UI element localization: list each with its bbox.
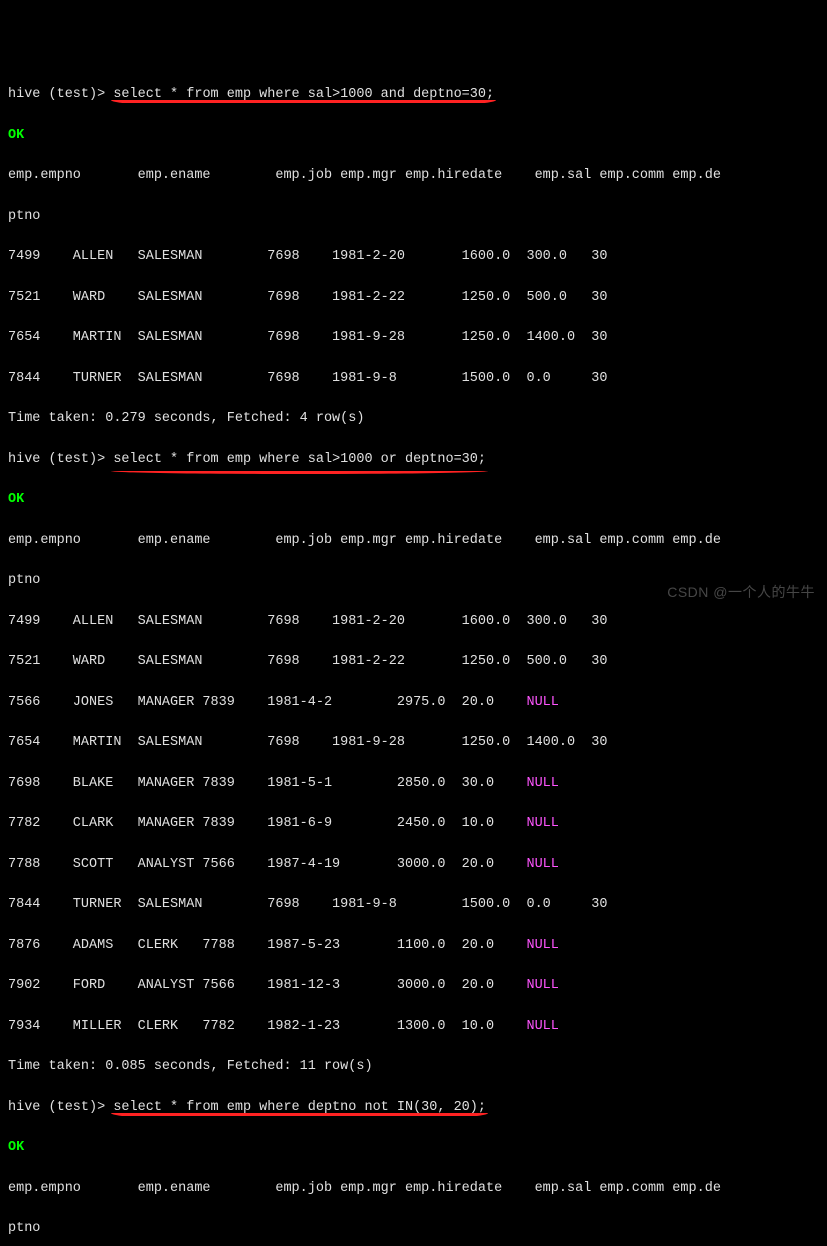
result1-row: 7499 ALLEN SALESMAN 7698 1981-2-20 1600.… — [8, 247, 819, 267]
null-value: NULL — [526, 1019, 558, 1034]
result2-row: 7934 MILLER CLERK 7782 1982-1-23 1300.0 … — [8, 1017, 819, 1037]
header-3-line2: ptno — [8, 1219, 819, 1239]
null-value: NULL — [526, 857, 558, 872]
row-text: 7788 SCOTT ANALYST 7566 1987-4-19 3000.0… — [8, 857, 526, 872]
prompt-line-2[interactable]: hive (test)> select * from emp where sal… — [8, 450, 819, 470]
header-1-line1: emp.empno emp.ename emp.job emp.mgr emp.… — [8, 166, 819, 186]
null-value: NULL — [526, 816, 558, 831]
time-taken-1: Time taken: 0.279 seconds, Fetched: 4 ro… — [8, 409, 819, 429]
result2-row: 7521 WARD SALESMAN 7698 1981-2-22 1250.0… — [8, 652, 819, 672]
prompt-line-3[interactable]: hive (test)> select * from emp where dep… — [8, 1098, 819, 1118]
query-3: select * from emp where deptno not IN(30… — [113, 1098, 486, 1118]
result1-row: 7521 WARD SALESMAN 7698 1981-2-22 1250.0… — [8, 288, 819, 308]
prompt-prefix: hive (test)> — [8, 1100, 113, 1115]
ok-2: OK — [8, 490, 819, 510]
row-text: 7782 CLARK MANAGER 7839 1981-6-9 2450.0 … — [8, 816, 526, 831]
time-taken-2: Time taken: 0.085 seconds, Fetched: 11 r… — [8, 1057, 819, 1077]
prompt-prefix: hive (test)> — [8, 87, 113, 102]
query-1: select * from emp where sal>1000 and dep… — [113, 85, 494, 105]
row-text: 7566 JONES MANAGER 7839 1981-4-2 2975.0 … — [8, 695, 526, 710]
result2-row: 7902 FORD ANALYST 7566 1981-12-3 3000.0 … — [8, 976, 819, 996]
null-value: NULL — [526, 938, 558, 953]
header-3-line1: emp.empno emp.ename emp.job emp.mgr emp.… — [8, 1179, 819, 1199]
ok-1: OK — [8, 126, 819, 146]
ok-3: OK — [8, 1138, 819, 1158]
header-2-line1: emp.empno emp.ename emp.job emp.mgr emp.… — [8, 531, 819, 551]
result2-row: 7698 BLAKE MANAGER 7839 1981-5-1 2850.0 … — [8, 774, 819, 794]
prompt-prefix: hive (test)> — [8, 452, 113, 467]
result2-row: 7844 TURNER SALESMAN 7698 1981-9-8 1500.… — [8, 895, 819, 915]
result2-row: 7876 ADAMS CLERK 7788 1987-5-23 1100.0 2… — [8, 936, 819, 956]
watermark: CSDN @一个人的牛牛 — [667, 582, 815, 603]
result2-row: 7499 ALLEN SALESMAN 7698 1981-2-20 1600.… — [8, 612, 819, 632]
row-text: 7934 MILLER CLERK 7782 1982-1-23 1300.0 … — [8, 1019, 526, 1034]
result2-row: 7654 MARTIN SALESMAN 7698 1981-9-28 1250… — [8, 733, 819, 753]
result2-row: 7788 SCOTT ANALYST 7566 1987-4-19 3000.0… — [8, 855, 819, 875]
row-text: 7698 BLAKE MANAGER 7839 1981-5-1 2850.0 … — [8, 776, 526, 791]
result2-row: 7782 CLARK MANAGER 7839 1981-6-9 2450.0 … — [8, 814, 819, 834]
header-1-line2: ptno — [8, 207, 819, 227]
row-text: 7876 ADAMS CLERK 7788 1987-5-23 1100.0 2… — [8, 938, 526, 953]
row-text: 7902 FORD ANALYST 7566 1981-12-3 3000.0 … — [8, 978, 526, 993]
prompt-line-1[interactable]: hive (test)> select * from emp where sal… — [8, 85, 819, 105]
result1-row: 7654 MARTIN SALESMAN 7698 1981-9-28 1250… — [8, 328, 819, 348]
query-2: select * from emp where sal>1000 or dept… — [113, 450, 486, 470]
null-value: NULL — [526, 695, 558, 710]
null-value: NULL — [526, 978, 558, 993]
null-value: NULL — [526, 776, 558, 791]
result2-row: 7566 JONES MANAGER 7839 1981-4-2 2975.0 … — [8, 693, 819, 713]
result1-row: 7844 TURNER SALESMAN 7698 1981-9-8 1500.… — [8, 369, 819, 389]
